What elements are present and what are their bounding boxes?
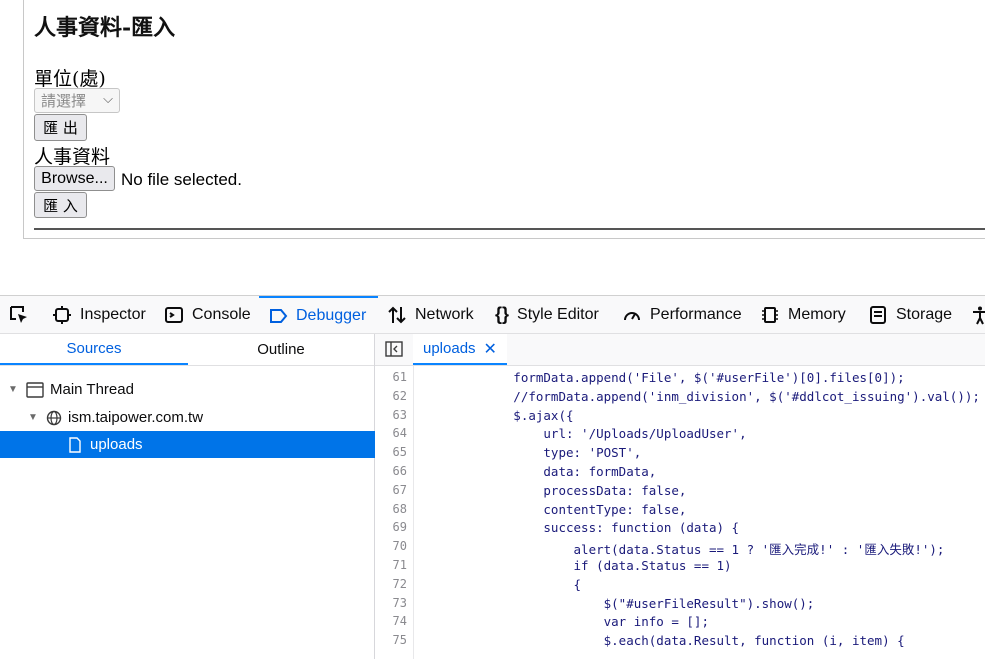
memory-icon bbox=[762, 306, 778, 323]
line-number[interactable]: 70 bbox=[393, 539, 407, 553]
code-line: //formData.append('inm_division', $('#dd… bbox=[423, 388, 980, 404]
line-number[interactable]: 61 bbox=[393, 370, 407, 384]
window-icon bbox=[26, 381, 44, 398]
tab-storage[interactable]: Storage bbox=[868, 296, 952, 333]
code-line: type: 'POST', bbox=[423, 445, 642, 461]
gauge-icon bbox=[624, 311, 640, 320]
code-editor[interactable]: 61 62 63 64 65 66 67 68 69 70 71 72 73 74 75 formData.… bbox=[375, 366, 985, 659]
tab-inspector[interactable]: Inspector bbox=[52, 296, 146, 333]
editor-tab-uploads[interactable]: uploads ✕ bbox=[413, 334, 507, 365]
hr-data-label: 人事資料 bbox=[34, 146, 111, 168]
tab-console[interactable]: Console bbox=[164, 296, 251, 333]
tab-debugger[interactable]: Debugger bbox=[259, 296, 378, 333]
line-gutter: 61 62 63 64 65 66 67 68 69 70 71 72 73 74 75 bbox=[375, 366, 414, 659]
tab-sources[interactable]: Sources bbox=[0, 334, 188, 365]
import-button[interactable]: 匯 入 bbox=[34, 192, 87, 218]
toggle-sidebar-icon[interactable] bbox=[385, 341, 403, 362]
inspector-icon bbox=[53, 305, 71, 324]
unit-label: 單位(處) bbox=[34, 68, 106, 90]
devtools-toolbar: Inspector Console Debugger Network {} St… bbox=[0, 296, 985, 334]
line-number[interactable]: 64 bbox=[393, 426, 407, 440]
file-icon bbox=[69, 436, 81, 453]
line-number[interactable]: 62 bbox=[393, 389, 407, 403]
code-line: $.each(data.Result, function (i, item) { bbox=[423, 633, 905, 649]
code-line: data: formData, bbox=[423, 464, 657, 479]
element-picker-icon[interactable] bbox=[8, 304, 30, 331]
tree-item-domain[interactable]: ▼ ism.taipower.com.tw bbox=[0, 404, 400, 431]
code-line: $.ajax({ bbox=[423, 407, 574, 423]
tree-item-main-thread[interactable]: ▼ Main Thread bbox=[0, 376, 380, 403]
code-line: url: '/Uploads/UploadUser', bbox=[423, 426, 747, 442]
tree-item-label: Main Thread bbox=[50, 381, 134, 398]
tab-style-editor[interactable]: {} Style Editor bbox=[495, 296, 599, 333]
tab-label: Console bbox=[192, 305, 251, 323]
sources-pane: Sources Outline ▼ Main Thread ▼ ism.taip… bbox=[0, 334, 442, 659]
tab-label: Inspector bbox=[80, 305, 146, 323]
code-line: formData.append('File', $('#userFile')[0… bbox=[423, 370, 905, 385]
code-line: { bbox=[423, 576, 582, 592]
browse-button[interactable]: Browse... bbox=[34, 166, 115, 191]
line-number[interactable]: 63 bbox=[393, 408, 407, 422]
line-number[interactable]: 66 bbox=[393, 464, 407, 478]
web-page: 人事資料-匯入 單位(處) 請選擇 ⌵ 匯 出 人事資料 Browse... N… bbox=[0, 0, 985, 295]
tab-outline[interactable]: Outline bbox=[188, 334, 374, 365]
unit-select-value: 請選擇 bbox=[41, 92, 87, 110]
tab-label: Performance bbox=[650, 305, 742, 323]
tree-item-label: uploads bbox=[90, 436, 143, 453]
divider bbox=[34, 228, 985, 230]
code-line: alert(data.Status == 1 ? '匯入完成!' : '匯入失敗… bbox=[423, 542, 945, 558]
triangle-down-icon: ▼ bbox=[8, 384, 18, 395]
line-number[interactable]: 72 bbox=[393, 577, 407, 591]
tab-performance[interactable]: Performance bbox=[622, 296, 742, 333]
accessibility-icon[interactable] bbox=[970, 296, 985, 333]
code-line: var info = []; bbox=[423, 614, 709, 630]
sources-subtabs: Sources Outline bbox=[0, 334, 374, 366]
code-line: processData: false, bbox=[423, 482, 687, 498]
code-line: contentType: false, bbox=[423, 501, 687, 517]
export-button[interactable]: 匯 出 bbox=[34, 114, 87, 141]
file-status: No file selected. bbox=[121, 170, 242, 189]
code-line: $("#userFileResult").show(); bbox=[423, 595, 815, 611]
tab-label: Storage bbox=[896, 305, 953, 323]
editor-pane: uploads ✕ 61 62 63 64 65 66 67 68 69 70 71 72 73 74 75… bbox=[375, 334, 985, 659]
globe-icon bbox=[46, 410, 62, 425]
braces-icon: {} bbox=[495, 304, 510, 324]
line-number[interactable]: 73 bbox=[393, 596, 407, 610]
close-icon[interactable]: ✕ bbox=[484, 339, 497, 359]
line-number[interactable]: 71 bbox=[393, 558, 407, 572]
editor-tab-label: uploads bbox=[423, 340, 476, 357]
line-number[interactable]: 75 bbox=[393, 633, 407, 647]
network-icon bbox=[388, 306, 406, 323]
tab-label: Memory bbox=[788, 305, 846, 323]
line-number[interactable]: 69 bbox=[393, 520, 407, 534]
line-number[interactable]: 68 bbox=[393, 502, 407, 516]
triangle-down-icon: ▼ bbox=[28, 412, 38, 423]
tree-item-label: ism.taipower.com.tw bbox=[68, 409, 204, 426]
devtools-panel: Inspector Console Debugger Network {} St… bbox=[0, 295, 985, 659]
unit-select[interactable]: 請選擇 ⌵ bbox=[34, 88, 120, 113]
tab-network[interactable]: Network bbox=[387, 296, 474, 333]
tab-label: Style Editor bbox=[517, 305, 599, 323]
editor-tabs: uploads ✕ bbox=[375, 334, 985, 366]
tab-label: Debugger bbox=[296, 306, 367, 324]
line-number[interactable]: 65 bbox=[393, 445, 407, 459]
line-number[interactable]: 67 bbox=[393, 483, 407, 497]
chevron-down-icon: ⌵ bbox=[103, 92, 113, 107]
storage-icon bbox=[870, 305, 886, 324]
console-icon bbox=[165, 306, 183, 323]
tab-label: Network bbox=[415, 305, 474, 323]
page-title: 人事資料-匯入 bbox=[34, 15, 176, 41]
line-number[interactable]: 74 bbox=[393, 614, 407, 628]
code-line: success: function (data) { bbox=[423, 520, 740, 536]
debugger-icon bbox=[270, 308, 288, 323]
code-line: if (data.Status == 1) bbox=[423, 558, 732, 573]
tab-memory[interactable]: Memory bbox=[760, 296, 846, 333]
